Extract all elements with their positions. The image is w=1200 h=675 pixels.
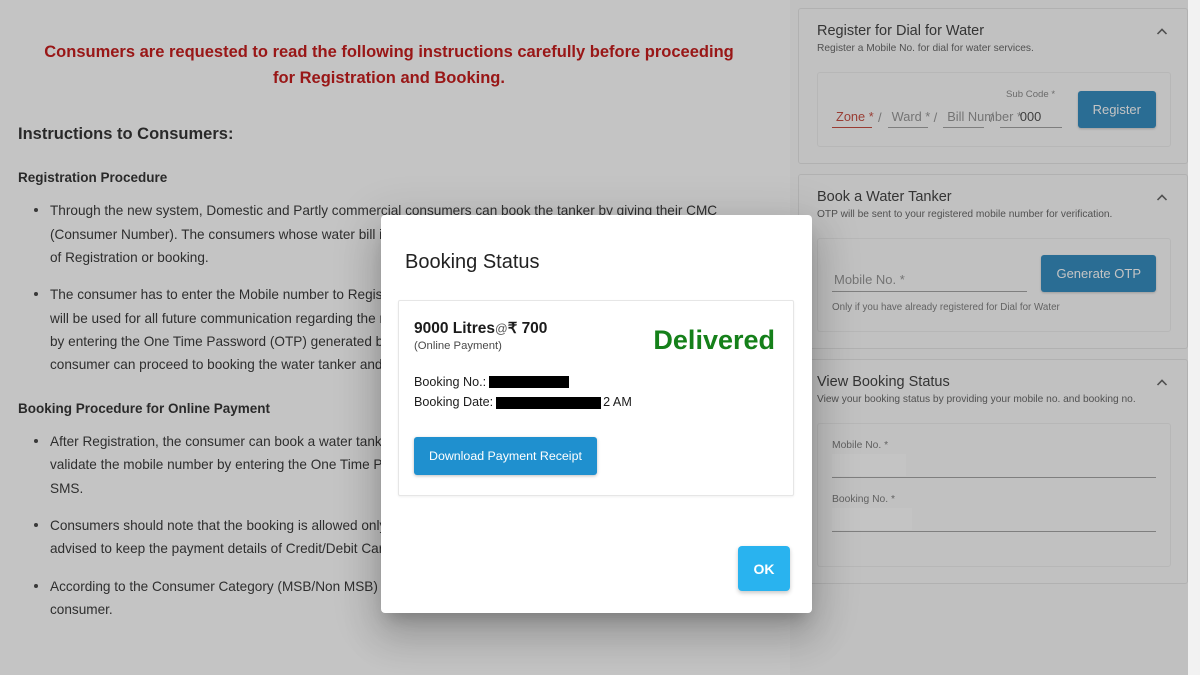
booking-status-card: 9000 Litres@₹ 700 (Online Payment) Booki… — [398, 300, 794, 496]
dialog-actions: OK — [381, 546, 812, 613]
download-payment-receipt-button[interactable]: Download Payment Receipt — [414, 436, 597, 475]
booking-status-dialog: Booking Status 9000 Litres@₹ 700 (Online… — [381, 215, 812, 613]
booking-date-value: 2 AM — [603, 395, 632, 410]
quantity-amount-line: 9000 Litres@₹ 700 — [414, 319, 653, 338]
rupee-icon: ₹ — [507, 320, 518, 337]
amount-value: 700 — [521, 320, 548, 337]
payment-mode: (Online Payment) — [414, 340, 502, 352]
at-symbol: @ — [495, 322, 508, 336]
app-root: Consumers are requested to read the foll… — [0, 0, 1200, 675]
status-badge: Delivered — [653, 325, 775, 355]
dialog-content: 9000 Litres@₹ 700 (Online Payment) Booki… — [381, 274, 812, 546]
redaction-mask — [489, 376, 570, 389]
dialog-title: Booking Status — [405, 251, 540, 273]
booking-no-label: Booking No.: — [414, 375, 487, 389]
booking-details: 9000 Litres@₹ 700 (Online Payment) Booki… — [414, 319, 653, 475]
booking-date-line: Booking Date: 2 AM — [414, 392, 653, 412]
booking-no-line: Booking No.: — [414, 372, 653, 392]
ok-button[interactable]: OK — [738, 546, 790, 591]
page-right-edge — [1188, 0, 1200, 675]
quantity-value: 9000 Litres — [414, 320, 495, 337]
booking-date-label: Booking Date: — [414, 395, 494, 410]
redaction-mask — [496, 396, 602, 409]
